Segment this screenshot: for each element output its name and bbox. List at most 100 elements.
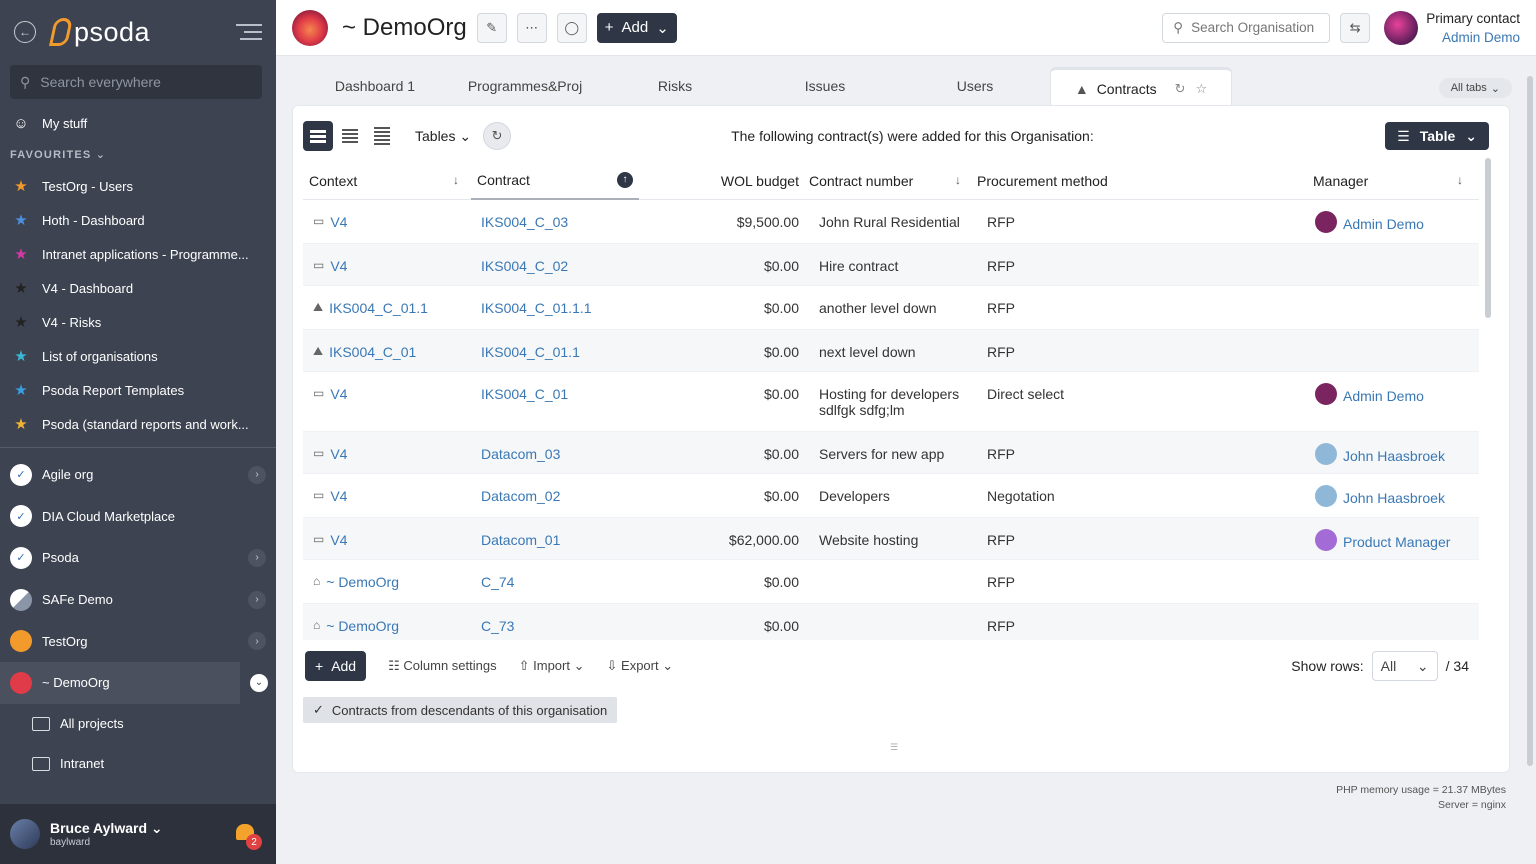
my-stuff-link[interactable]: ☺ My stuff [0, 106, 276, 140]
more-button[interactable]: ⋯ [516, 12, 547, 43]
favourite-item[interactable]: ★ List of organisations [0, 339, 276, 373]
page-scrollbar[interactable] [1524, 56, 1536, 864]
favourite-item[interactable]: ★ Psoda Report Templates [0, 373, 276, 407]
manager-link[interactable]: Admin Demo [1343, 388, 1424, 404]
org-item[interactable]: SAFe Demo › [0, 579, 276, 621]
favourite-item[interactable]: ★ V4 - Risks [0, 305, 276, 339]
column-contract-number[interactable]: Contract number ↓ [805, 173, 973, 189]
context-link[interactable]: ~ DemoOrg [326, 574, 399, 590]
contract-link[interactable]: Datacom_03 [481, 446, 560, 462]
org-item[interactable]: ✓ DIA Cloud Marketplace [0, 496, 276, 538]
tab-users[interactable]: Users [900, 66, 1050, 106]
add-contract-button[interactable]: + Add [305, 651, 367, 681]
tab-label: Dashboard 1 [334, 78, 416, 94]
favourite-item[interactable]: ★ Psoda (standard reports and work... [0, 407, 276, 441]
view-mode-dropdown[interactable]: ☰ Table ⌄ [1385, 122, 1489, 150]
context-link[interactable]: IKS004_C_01.1 [329, 300, 428, 316]
tab-contracts[interactable]: ▲ Contracts ↻ ☆ [1050, 67, 1232, 107]
tab-issues[interactable]: Issues [750, 66, 900, 106]
context-link[interactable]: V4 [330, 258, 347, 274]
all-tabs-dropdown[interactable]: All tabs ⌄ [1438, 78, 1512, 98]
org-item[interactable]: TestOrg › [0, 620, 276, 662]
contract-link[interactable]: IKS004_C_02 [481, 258, 568, 274]
tab-bar: Dashboard 1 Programmes&Proj Risks Issues… [300, 66, 1512, 107]
tables-dropdown[interactable]: Tables ⌄ [415, 128, 471, 145]
favourite-label: Psoda Report Templates [42, 382, 185, 398]
doc-icon: ▭ [313, 488, 325, 502]
contract-link[interactable]: C_74 [481, 574, 514, 590]
collapse-sidebar-icon[interactable] [236, 24, 262, 40]
chevron-right-icon[interactable]: ⌄ [250, 673, 268, 692]
context-link[interactable]: V4 [330, 446, 347, 462]
psoda-logo[interactable]: psoda [49, 17, 150, 48]
sync-button[interactable]: ↻ [483, 122, 512, 150]
show-rows-select[interactable]: All ⌄ [1371, 651, 1438, 681]
org-item[interactable]: ✓ Agile org › [0, 454, 276, 496]
column-manager[interactable]: Manager ↓ [1305, 173, 1477, 189]
org-sub-item[interactable]: All projects [0, 704, 276, 744]
page-scrollbar-thumb[interactable] [1527, 76, 1533, 766]
org-search-input[interactable]: ⚲ Search Organisation [1162, 12, 1331, 43]
manager-link[interactable]: John Haasbroek [1343, 448, 1445, 464]
column-wol-budget[interactable]: WOL budget [639, 173, 805, 189]
tab-dashboard-1[interactable]: Dashboard 1 [300, 66, 450, 106]
tab-programmes-projects[interactable]: Programmes&Proj [450, 66, 600, 106]
export-button[interactable]: ⇩ Export ⌄ [607, 658, 674, 674]
table-header: Context ↓ Contract ↑ WOL budget Contract n… [303, 162, 1479, 200]
chevron-right-icon[interactable]: › [248, 590, 266, 609]
avatar [10, 819, 40, 849]
tag-button[interactable]: ◯ [556, 12, 587, 43]
org-item[interactable]: ✓ Psoda › [0, 537, 276, 579]
procurement-method-cell: RFP [987, 532, 1015, 548]
context-link[interactable]: V4 [330, 488, 347, 504]
tab-risks[interactable]: Risks [600, 66, 750, 106]
refresh-icon[interactable]: ↻ [1175, 81, 1186, 97]
chevron-right-icon[interactable]: › [248, 465, 266, 484]
density-medium-button[interactable] [335, 121, 365, 151]
column-procurement-method[interactable]: Procurement method [973, 173, 1305, 189]
global-search-input[interactable]: ⚲ Search everywhere [10, 65, 262, 99]
star-icon: ★ [14, 280, 28, 297]
descendants-filter-toggle[interactable]: ✓ Contracts from descendants of this org… [303, 697, 618, 723]
favourite-item[interactable]: ★ TestOrg - Users [0, 169, 276, 203]
resize-handle-icon[interactable]: ☰ [890, 742, 902, 753]
org-item[interactable]: ~ DemoOrg ⌄ [0, 661, 268, 704]
favourites-header[interactable]: FAVOURITES ⌄ [0, 140, 276, 169]
density-large-button[interactable] [303, 121, 333, 151]
favourite-item[interactable]: ★ V4 - Dashboard [0, 271, 276, 305]
switch-button[interactable]: ⇆ [1340, 12, 1371, 43]
back-icon[interactable]: ← [14, 21, 36, 43]
notifications-icon[interactable]: 2 [236, 824, 262, 850]
density-small-button[interactable] [367, 121, 397, 151]
column-contract[interactable]: Contract ↑ [471, 162, 639, 200]
user-panel[interactable]: Bruce Aylward ⌄ baylward 2 [0, 804, 276, 864]
contract-link[interactable]: IKS004_C_01.1.1 [481, 300, 592, 316]
context-link[interactable]: V4 [330, 532, 347, 548]
import-button[interactable]: ⇧ Import ⌄ [519, 658, 585, 674]
table-scrollbar[interactable] [1485, 158, 1491, 318]
contract-link[interactable]: IKS004_C_01.1 [481, 344, 580, 360]
contract-link[interactable]: C_73 [481, 618, 514, 634]
context-link[interactable]: V4 [330, 386, 347, 402]
context-link[interactable]: V4 [330, 214, 347, 230]
contract-link[interactable]: IKS004_C_03 [481, 214, 568, 230]
star-icon[interactable]: ☆ [1196, 81, 1208, 97]
add-button[interactable]: + Add ⌄ [596, 12, 677, 43]
chevron-right-icon[interactable]: › [248, 548, 266, 567]
favourite-item[interactable]: ★ Intranet applications - Programme... [0, 237, 276, 271]
edit-button[interactable]: ✎ [476, 12, 507, 43]
manager-link[interactable]: John Haasbroek [1343, 490, 1445, 506]
org-sub-item[interactable]: Intranet [0, 744, 276, 784]
favourite-item[interactable]: ★ Hoth - Dashboard [0, 203, 276, 237]
chevron-right-icon[interactable]: › [248, 632, 266, 651]
manager-link[interactable]: Admin Demo [1343, 216, 1424, 232]
column-settings-button[interactable]: ☷ Column settings [388, 658, 497, 674]
contract-link[interactable]: Datacom_01 [481, 532, 560, 548]
primary-contact-link[interactable]: Admin Demo [1426, 30, 1520, 45]
column-context[interactable]: Context ↓ [303, 173, 471, 189]
context-link[interactable]: ~ DemoOrg [326, 618, 399, 634]
contract-link[interactable]: Datacom_02 [481, 488, 560, 504]
manager-link[interactable]: Product Manager [1343, 534, 1450, 550]
context-link[interactable]: IKS004_C_01 [329, 344, 416, 360]
contract-link[interactable]: IKS004_C_01 [481, 386, 568, 402]
